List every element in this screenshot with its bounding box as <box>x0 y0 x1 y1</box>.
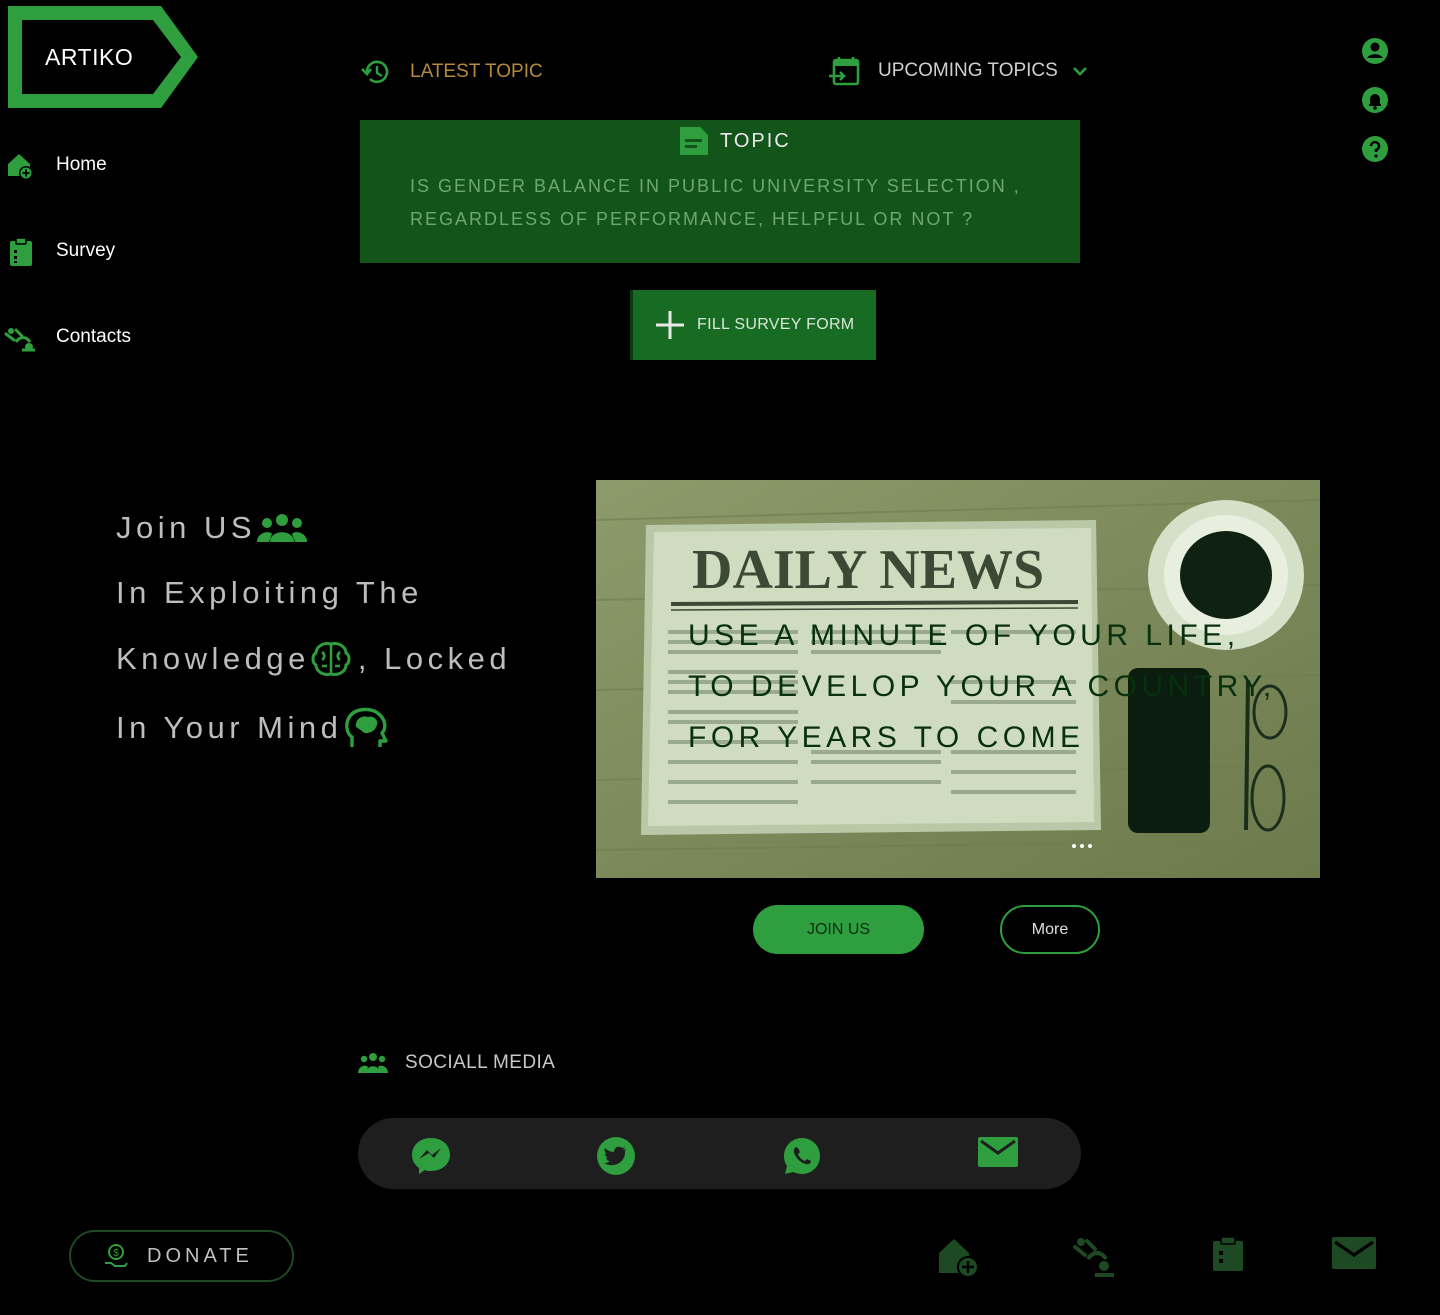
join-line-2: In Exploiting The <box>116 575 423 611</box>
join-line-1: Join US <box>116 510 308 546</box>
home-add-icon <box>8 154 33 180</box>
sidebar-item-label: Contacts <box>56 326 131 347</box>
hero-slogan-line: TO DEVELOP YOUR A COUNTRY, <box>688 670 1276 703</box>
group-icon <box>358 1053 388 1073</box>
join-us-button[interactable]: JOIN US <box>753 905 924 954</box>
donate-money-icon: $ <box>105 1244 128 1267</box>
nav-latest-label: LATEST TOPIC <box>410 61 543 82</box>
nav-upcoming-topics[interactable]: UPCOMING TOPICS <box>828 55 1090 87</box>
topic-heading-label: TOPIC <box>720 129 791 152</box>
history-icon <box>361 60 389 84</box>
social-media-heading: SOCIALL MEDIA <box>358 1052 555 1074</box>
join-text: In Exploiting The <box>116 575 423 610</box>
plus-icon <box>656 311 684 339</box>
sidebar-item-survey[interactable]: Survey <box>0 231 115 271</box>
whatsapp-icon[interactable] <box>782 1136 822 1176</box>
svg-text:$: $ <box>113 1248 119 1259</box>
sidebar-item-label: Survey <box>56 240 116 261</box>
twitter-icon[interactable] <box>596 1136 636 1176</box>
hero-image: DAILY NEWS USE A MINUTE OF YOUR LIFE, TO… <box>596 480 1320 878</box>
join-text: Join US <box>116 510 257 545</box>
topic-heading: TOPIC <box>678 125 791 157</box>
notification-bell-icon[interactable] <box>1361 86 1391 116</box>
clipboard-icon <box>10 237 32 266</box>
bottom-nav-home-icon[interactable] <box>936 1235 982 1281</box>
hero-slogan-line: FOR YEARS TO COME <box>688 721 1085 754</box>
sidebar-item-contacts[interactable]: Contacts <box>0 317 131 357</box>
hero-slogan: USE A MINUTE OF YOUR LIFE, TO DEVELOP YO… <box>688 610 1276 763</box>
bottom-nav-email-icon[interactable] <box>1331 1236 1377 1270</box>
nav-latest-topic[interactable]: LATEST TOPIC <box>360 57 543 87</box>
more-button[interactable]: More <box>1000 905 1100 954</box>
social-media-label: SOCIALL MEDIA <box>405 1052 556 1073</box>
account-icon[interactable] <box>1361 37 1391 67</box>
topic-question-line: REGARDLESS OF PERFORMANCE, HELPFUL OR NO… <box>410 209 975 229</box>
messenger-icon[interactable] <box>410 1135 452 1175</box>
join-text: In Your Mind <box>116 710 343 745</box>
chevron-down-icon <box>1072 67 1087 76</box>
join-text: , Locked <box>357 641 512 676</box>
join-line-3: Knowledge , Locked <box>116 640 511 678</box>
bottom-nav-contacts-icon[interactable] <box>1072 1235 1118 1279</box>
fill-survey-form-button[interactable]: FILL SURVEY FORM <box>630 290 876 360</box>
email-icon[interactable] <box>977 1136 1019 1168</box>
hero-slogan-line: USE A MINUTE OF YOUR LIFE, <box>688 619 1240 652</box>
document-icon <box>680 127 708 155</box>
newspaper-title: DAILY NEWS <box>692 539 1044 601</box>
topic-question-line: IS GENDER BALANCE IN PUBLIC UNIVERSITY S… <box>410 176 1021 196</box>
help-icon[interactable] <box>1361 135 1391 165</box>
calendar-arrow-icon <box>829 57 860 86</box>
donate-label: DONATE <box>147 1244 253 1267</box>
sidebar-item-home[interactable]: Home <box>0 145 107 185</box>
join-line-4: In Your Mind <box>116 705 390 751</box>
head-thought-icon <box>345 707 389 747</box>
brand-name: ARTIKO <box>45 44 134 70</box>
topic-question: IS GENDER BALANCE IN PUBLIC UNIVERSITY S… <box>410 170 1050 236</box>
nav-upcoming-label: UPCOMING TOPICS <box>878 60 1058 81</box>
brain-icon <box>311 642 351 676</box>
group-icon <box>257 514 308 542</box>
contacts-icon <box>4 328 35 352</box>
sidebar-item-label: Home <box>56 154 107 175</box>
donate-button[interactable]: $ DONATE <box>69 1230 294 1282</box>
bottom-nav-clipboard-icon[interactable] <box>1210 1236 1246 1272</box>
join-text: Knowledge <box>116 641 310 676</box>
fill-survey-form-label: FILL SURVEY FORM <box>697 316 855 333</box>
social-media-bar <box>358 1118 1081 1189</box>
topic-card: TOPIC IS GENDER BALANCE IN PUBLIC UNIVER… <box>360 120 1080 263</box>
